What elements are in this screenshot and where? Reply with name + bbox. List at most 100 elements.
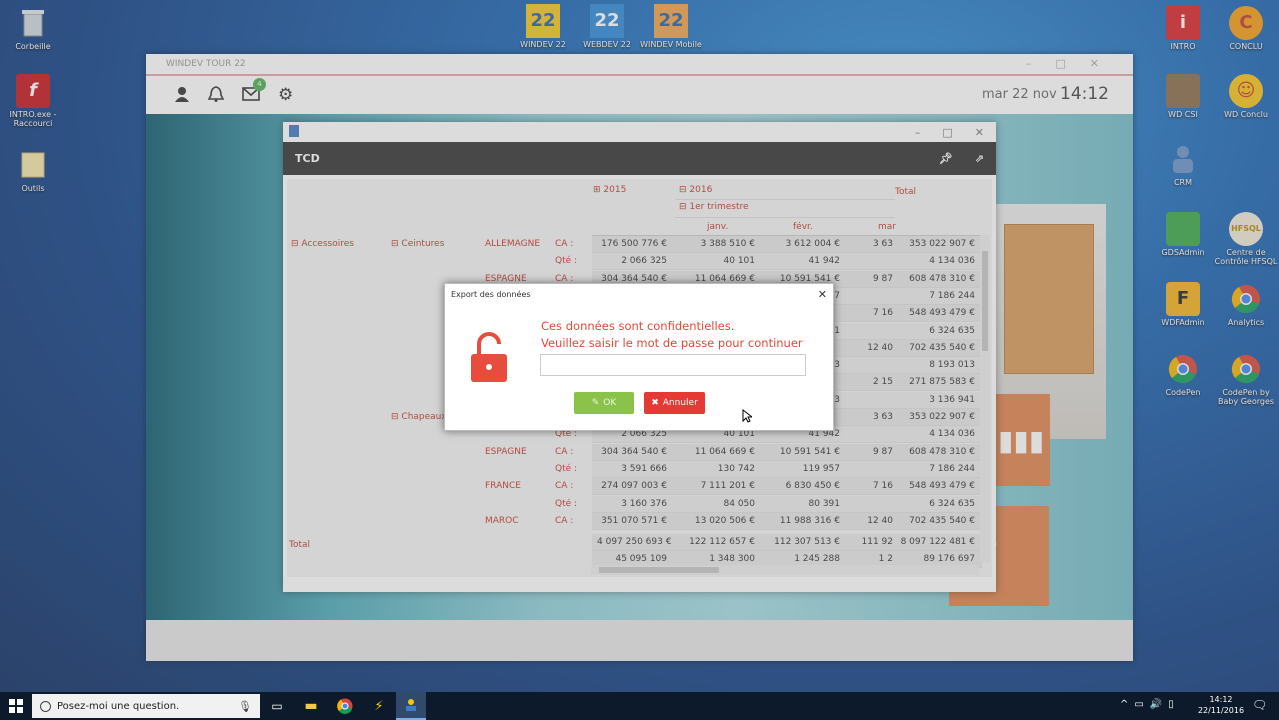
main-window-titlebar: WINDEV TOUR 22 –□✕ (146, 54, 1133, 74)
desktop-icon-conclu[interactable]: C CONCLU (1213, 6, 1279, 51)
row-measure: CA : (555, 239, 574, 249)
user-icon[interactable] (174, 86, 190, 105)
desktop-icon-wd-conclu[interactable]: ☺ WD Conclu (1213, 74, 1279, 119)
desktop-icon-label: GDSAdmin (1161, 248, 1205, 257)
desktop-icon-label: CodePen by Baby Georges (1217, 388, 1275, 407)
desktop-icon-wd-csi[interactable]: WD CSI (1150, 74, 1216, 119)
flash-icon: f (16, 74, 50, 108)
mail-icon[interactable]: 4 (242, 77, 266, 104)
row-measure: CA : (555, 447, 574, 457)
header-2016[interactable]: ⊟ 2016 (679, 185, 712, 195)
header-2015-label: 2015 (603, 185, 627, 195)
cell-jan: 7 111 201 € (700, 481, 755, 491)
cell-v2015: 2 066 325 (621, 256, 667, 266)
cell-total: 3 136 941 (929, 395, 975, 405)
header-total: Total (895, 187, 917, 197)
desktop-icon-webdev[interactable]: 22 WEBDEV 22 (574, 4, 640, 49)
cell-total: 702 435 540 € (909, 343, 975, 353)
total-cell-total: 89 176 697 (923, 554, 975, 564)
window-controls[interactable]: –□✕ (1026, 57, 1123, 70)
external-link-icon[interactable]: ⇗ (975, 152, 984, 165)
x-icon: ✖ (651, 398, 659, 408)
cell-feb: 41 942 (808, 256, 841, 266)
dialog-close-icon[interactable]: ✕ (818, 288, 827, 301)
row-country: MAROC (485, 516, 519, 526)
wdf-icon: F (1166, 282, 1200, 316)
microphone-icon[interactable]: 🎙︎ (238, 700, 252, 713)
chrome-icon (1166, 352, 1200, 386)
row-ceintures[interactable]: ⊟ Ceintures (391, 239, 444, 249)
bell-icon[interactable] (207, 85, 225, 105)
tcd-titlebar: – □ ✕ (283, 122, 996, 142)
chrome-taskbar-icon[interactable] (328, 698, 362, 714)
password-field[interactable] (540, 354, 806, 376)
cell-mar: 12 40 (867, 343, 893, 353)
unlocked-padlock-icon (469, 332, 509, 387)
cancel-label: Annuler (662, 398, 698, 408)
cancel-button[interactable]: ✖ Annuler (644, 392, 705, 414)
ok-button[interactable]: ✎ OK (574, 392, 634, 414)
desktop-icon-label: CodePen (1165, 388, 1201, 397)
desktop-icon-windev[interactable]: 22 WINDEV 22 (510, 4, 576, 49)
desktop-icon-outils[interactable]: Outils (0, 148, 66, 193)
row-chapeaux[interactable]: ⊟ Chapeaux (391, 412, 447, 422)
desktop-icon-wdfadmin[interactable]: F WDFAdmin (1150, 282, 1216, 327)
cell-total: 548 493 479 € (909, 481, 975, 491)
cell-mar: 9 87 (872, 274, 893, 284)
file-explorer-icon[interactable]: ▬ (294, 698, 328, 714)
desktop-icon-intro[interactable]: i INTRO (1150, 6, 1216, 51)
gear-icon[interactable]: ⚙ (278, 85, 293, 105)
desktop-icon-gdsadmin[interactable]: GDSAdmin (1150, 212, 1216, 257)
horizontal-scrollbar[interactable] (591, 565, 979, 575)
cell-jan: 3 388 510 € (700, 239, 755, 249)
header-quarter[interactable]: ⊟ 1er trimestre (679, 202, 749, 212)
maximize-button[interactable]: □ (942, 126, 952, 139)
windev-taskbar-icon[interactable]: ⚡ (362, 699, 396, 714)
taskbar-clock[interactable]: 14:12 22/11/2016 (1196, 694, 1246, 716)
row-measure: CA : (555, 516, 574, 526)
desktop-icon-label: CRM (1173, 178, 1193, 187)
desktop-icon-recycle-bin[interactable]: Corbeille (0, 6, 66, 51)
minimize-button[interactable]: – (915, 126, 921, 139)
row-measure: Qté : (555, 256, 578, 266)
task-view-icon[interactable]: ▭ (260, 699, 294, 713)
hfsql-icon: HFSQL (1229, 212, 1263, 246)
cell-total: 702 435 540 € (909, 516, 975, 526)
search-box[interactable]: Posez-moi une question. 🎙︎ (32, 694, 260, 718)
row-accessoires[interactable]: ⊟ Accessoires (291, 239, 354, 249)
header-2016-label: 2016 (689, 185, 713, 195)
total-cell-feb: 112 307 513 € (774, 537, 840, 547)
desktop-icon-crm[interactable]: CRM (1150, 142, 1216, 187)
emoji-icon: ☺ (1229, 74, 1263, 108)
system-tray-icons[interactable]: ^▭🔊▯ (1120, 699, 1180, 710)
desktop-icon-label: WINDEV Mobile (640, 40, 702, 49)
date-label: mar 22 nov (982, 87, 1057, 102)
total-cell-jan: 122 112 657 € (689, 537, 755, 547)
desktop-icon-codepen[interactable]: CodePen (1150, 352, 1216, 397)
desktop-icon-analytics[interactable]: Analytics (1213, 282, 1279, 327)
desktop-icon-codepen-baby[interactable]: CodePen by Baby Georges (1213, 352, 1279, 406)
app-icon (289, 125, 299, 137)
dialog-title: Export des données (451, 289, 531, 299)
row-chapeaux-label: Chapeaux (401, 412, 447, 422)
cell-jan: 40 101 (723, 256, 756, 266)
ok-label: OK (603, 398, 617, 408)
window-title: WINDEV TOUR 22 (166, 59, 246, 69)
header-2015[interactable]: ⊞ 2015 (593, 185, 626, 195)
total-cell-v2015: 45 095 109 (615, 554, 667, 564)
desktop-icon-windev-mobile[interactable]: 22 WINDEV Mobile (638, 4, 704, 49)
windev-tour-taskbar-icon[interactable] (396, 692, 426, 720)
desktop-icon-hfsql[interactable]: HFSQL Centre de Contrôle HFSQL (1213, 212, 1279, 266)
windev-mobile-icon: 22 (654, 4, 688, 38)
recycle-bin-icon (16, 6, 50, 40)
notification-icon[interactable]: 🗨︎ (1252, 698, 1267, 712)
row-total: Total (289, 540, 311, 550)
windows-start-icon[interactable] (0, 699, 32, 713)
pin-icon[interactable]: 📌︎ (939, 152, 953, 165)
cell-jan: 11 064 669 € (694, 447, 755, 457)
vertical-scrollbar[interactable] (980, 235, 990, 563)
close-button[interactable]: ✕ (975, 126, 984, 139)
desktop-icon-intro-exe[interactable]: f INTRO.exe - Raccourci (0, 74, 66, 128)
gds-icon (1166, 212, 1200, 246)
dialog-titlebar: Export des données ✕ (445, 284, 833, 304)
